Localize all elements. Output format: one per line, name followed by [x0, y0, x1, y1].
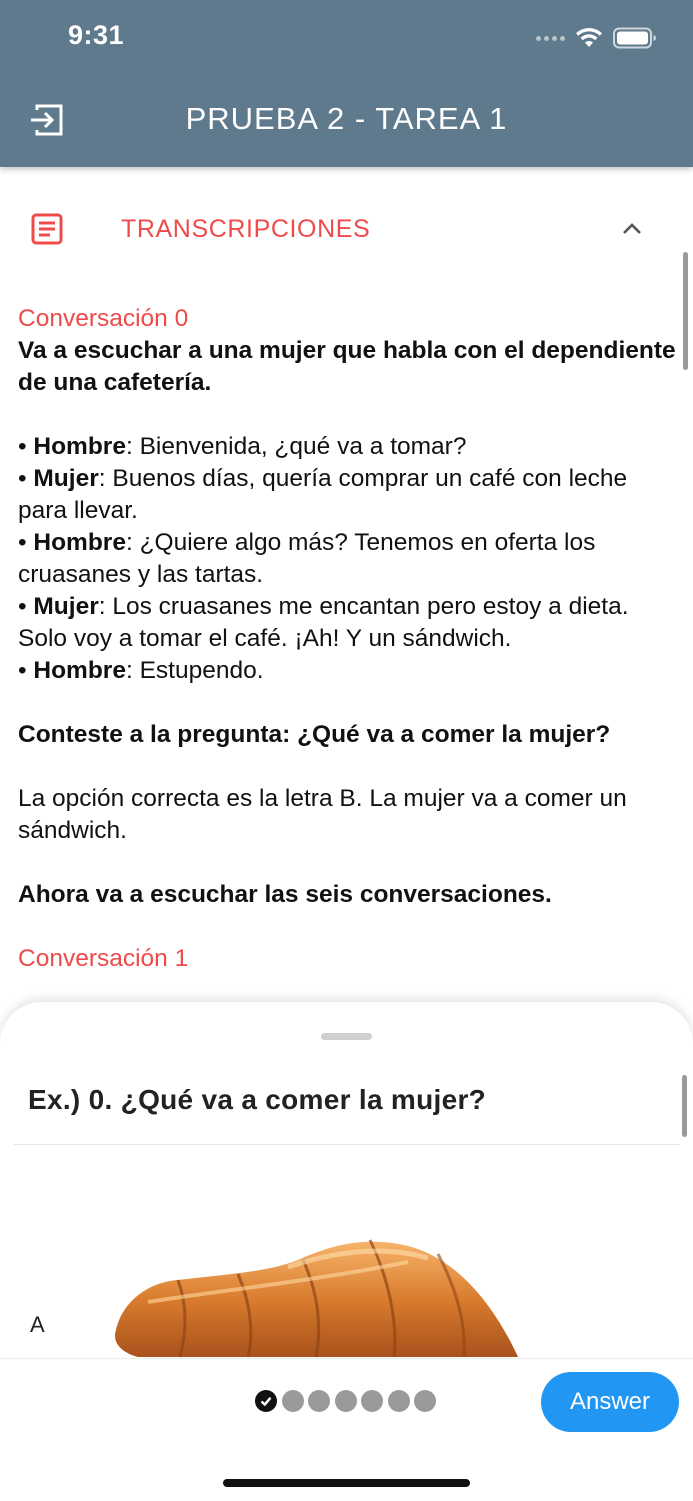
- home-indicator[interactable]: [223, 1479, 470, 1487]
- dialogue-text: : Estupendo.: [125, 657, 264, 684]
- dialogue-line: • Mujer: Buenos días, quería comprar un …: [18, 465, 628, 524]
- dialogue-text: : Bienvenida, ¿qué va a tomar?: [125, 433, 467, 460]
- status-time: 9:31: [68, 20, 125, 50]
- dialogue-line: • Mujer: Los cruasanes me encantan pero …: [18, 593, 629, 652]
- accordion-title: TRANSCRIPCIONES: [121, 215, 371, 243]
- progress-dot: [281, 1390, 304, 1412]
- conversation-intro: Va a escuchar a una mujer que habla con …: [18, 337, 676, 396]
- progress-dot-completed: [255, 1390, 277, 1412]
- progress-dot: [414, 1390, 436, 1412]
- croissant-image[interactable]: [108, 1232, 538, 1362]
- app-header: 9:31 PRUEBA 2 - TAREA 1: [0, 0, 693, 167]
- progress-dot: [308, 1390, 330, 1412]
- chevron-up-icon[interactable]: [621, 220, 643, 236]
- speaker-name: Hombre: [33, 529, 126, 556]
- wifi-icon: [575, 27, 603, 49]
- dialogue-line: • Hombre: Bienvenida, ¿qué va a tomar?: [18, 433, 467, 460]
- status-icons: [536, 24, 657, 52]
- check-icon: [260, 1397, 272, 1407]
- dialogue-line: • Hombre: Estupendo.: [18, 657, 264, 684]
- progress-dot: [387, 1390, 410, 1412]
- page-title: PRUEBA 2 - TAREA 1: [185, 101, 508, 136]
- conversation-1-label: Conversación 1: [18, 945, 189, 972]
- transcriptions-accordion-header[interactable]: TRANSCRIPCIONES: [0, 190, 693, 270]
- progress-dot: [361, 1390, 383, 1412]
- progress-indicator: [255, 1390, 436, 1412]
- transcript-body: Conversación 0 Va a escuchar a una mujer…: [18, 303, 680, 975]
- speaker-name: Mujer: [33, 593, 99, 620]
- correct-answer-text: La opción correcta es la letra B. La muj…: [18, 785, 627, 844]
- outro-text: Ahora va a escuchar las seis conversacio…: [18, 881, 552, 908]
- conversation-0-label: Conversación 0: [18, 305, 189, 332]
- speaker-name: Hombre: [33, 433, 126, 460]
- document-icon: [31, 213, 63, 245]
- answer-button[interactable]: Answer: [541, 1372, 679, 1432]
- transcript-scrollbar[interactable]: [683, 252, 688, 370]
- comprehension-question: Conteste a la pregunta: ¿Qué va a comer …: [18, 721, 611, 748]
- sheet-drag-handle[interactable]: [321, 1033, 372, 1040]
- speaker-name: Hombre: [33, 657, 126, 684]
- battery-icon: [613, 27, 657, 49]
- sheet-question-title: Ex.) 0. ¿Qué va a comer la mujer?: [28, 1084, 487, 1115]
- bottom-bar: Answer: [0, 1358, 693, 1501]
- sheet-scrollbar[interactable]: [682, 1075, 687, 1137]
- question-bottom-sheet: Ex.) 0. ¿Qué va a comer la mujer? A: [0, 1002, 693, 1362]
- progress-dot: [334, 1390, 357, 1412]
- dialogue-line: • Hombre: ¿Quiere algo más? Tenemos en o…: [18, 529, 596, 588]
- cellular-signal-icon: [536, 35, 565, 41]
- dialogue-text: : Los cruasanes me encantan pero estoy a…: [18, 593, 629, 652]
- option-letter-a: A: [30, 1312, 45, 1337]
- speaker-name: Mujer: [33, 465, 99, 492]
- dialogue-text: : Buenos días, quería comprar un café co…: [18, 465, 628, 524]
- divider: [14, 1144, 680, 1145]
